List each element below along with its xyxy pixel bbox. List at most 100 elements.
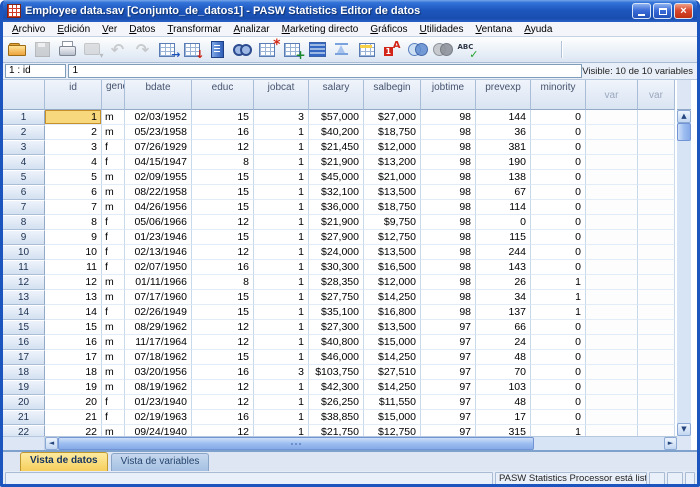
row-header-6[interactable]: 6: [3, 185, 45, 200]
cell-19-jobcat[interactable]: 1: [254, 380, 309, 395]
cell-16-bdate[interactable]: 11/17/1964: [125, 335, 192, 350]
cell-2-var1[interactable]: [586, 125, 638, 140]
cell-18-id[interactable]: 18: [45, 365, 102, 380]
cell-20-prevexp[interactable]: 48: [476, 395, 531, 410]
cell-2-jobcat[interactable]: 1: [254, 125, 309, 140]
cell-8-var1[interactable]: [586, 215, 638, 230]
cell-6-gender[interactable]: m: [102, 185, 125, 200]
cell-5-salary[interactable]: $45,000: [309, 170, 364, 185]
insert-cases-button[interactable]: [255, 38, 280, 62]
row-header-13[interactable]: 13: [3, 290, 45, 305]
cell-5-minority[interactable]: 0: [531, 170, 586, 185]
cell-17-bdate[interactable]: 07/18/1962: [125, 350, 192, 365]
cell-17-var1[interactable]: [586, 350, 638, 365]
cell-12-salary[interactable]: $28,350: [309, 275, 364, 290]
scroll-down-button[interactable]: ▼: [677, 423, 691, 436]
split-file-button[interactable]: [305, 38, 330, 62]
cell-9-salary[interactable]: $27,900: [309, 230, 364, 245]
cell-9-prevexp[interactable]: 115: [476, 230, 531, 245]
cell-14-bdate[interactable]: 02/26/1949: [125, 305, 192, 320]
cell-9-id[interactable]: 9: [45, 230, 102, 245]
cell-3-jobcat[interactable]: 1: [254, 140, 309, 155]
row-header-16[interactable]: 16: [3, 335, 45, 350]
cell-10-jobcat[interactable]: 1: [254, 245, 309, 260]
row-header-19[interactable]: 19: [3, 380, 45, 395]
cell-11-gender[interactable]: f: [102, 260, 125, 275]
cell-1-salbegin[interactable]: $27,000: [364, 110, 421, 125]
cell-12-jobtime[interactable]: 98: [421, 275, 476, 290]
row-header-4[interactable]: 4: [3, 155, 45, 170]
cell-10-educ[interactable]: 12: [192, 245, 254, 260]
cell-15-var1[interactable]: [586, 320, 638, 335]
cell-11-salbegin[interactable]: $16,500: [364, 260, 421, 275]
cell-2-bdate[interactable]: 05/23/1958: [125, 125, 192, 140]
cell-14-educ[interactable]: 15: [192, 305, 254, 320]
cell-13-educ[interactable]: 15: [192, 290, 254, 305]
cell-12-id[interactable]: 12: [45, 275, 102, 290]
column-header-gender[interactable]: gender: [102, 80, 125, 110]
cell-13-gender[interactable]: m: [102, 290, 125, 305]
cell-13-salbegin[interactable]: $14,250: [364, 290, 421, 305]
cell-1-jobcat[interactable]: 3: [254, 110, 309, 125]
column-header-educ[interactable]: educ: [192, 80, 254, 110]
cell-16-var1[interactable]: [586, 335, 638, 350]
cell-18-minority[interactable]: 0: [531, 365, 586, 380]
cell-16-jobcat[interactable]: 1: [254, 335, 309, 350]
cell-7-bdate[interactable]: 04/26/1956: [125, 200, 192, 215]
cell-1-educ[interactable]: 15: [192, 110, 254, 125]
cell-16-salbegin[interactable]: $15,000: [364, 335, 421, 350]
menu-edici-n[interactable]: Edición: [51, 23, 96, 36]
cell-11-minority[interactable]: 0: [531, 260, 586, 275]
menu-marketing-directo[interactable]: Marketing directo: [276, 23, 365, 36]
cell-2-minority[interactable]: 0: [531, 125, 586, 140]
cell-3-var2[interactable]: [638, 140, 675, 155]
cell-13-id[interactable]: 13: [45, 290, 102, 305]
cell-13-minority[interactable]: 1: [531, 290, 586, 305]
cell-12-gender[interactable]: m: [102, 275, 125, 290]
cell-8-gender[interactable]: f: [102, 215, 125, 230]
cell-5-var1[interactable]: [586, 170, 638, 185]
cell-7-gender[interactable]: m: [102, 200, 125, 215]
cell-10-jobtime[interactable]: 98: [421, 245, 476, 260]
cell-13-salary[interactable]: $27,750: [309, 290, 364, 305]
print-button[interactable]: [55, 38, 80, 62]
cell-20-var1[interactable]: [586, 395, 638, 410]
maximize-button[interactable]: [653, 3, 672, 19]
vertical-scrollbar[interactable]: ▲ ▼: [677, 110, 691, 436]
cell-9-jobtime[interactable]: 98: [421, 230, 476, 245]
cell-7-id[interactable]: 7: [45, 200, 102, 215]
cell-10-prevexp[interactable]: 244: [476, 245, 531, 260]
cell-17-jobcat[interactable]: 1: [254, 350, 309, 365]
cell-7-var2[interactable]: [638, 200, 675, 215]
cell-1-id[interactable]: 1: [45, 110, 102, 125]
cell-21-jobtime[interactable]: 97: [421, 410, 476, 425]
cell-18-gender[interactable]: m: [102, 365, 125, 380]
cell-10-var1[interactable]: [586, 245, 638, 260]
cell-12-var2[interactable]: [638, 275, 675, 290]
cell-18-salary[interactable]: $103,750: [309, 365, 364, 380]
cell-13-prevexp[interactable]: 34: [476, 290, 531, 305]
row-header-18[interactable]: 18: [3, 365, 45, 380]
scroll-left-button[interactable]: ◄: [45, 437, 58, 450]
cell-6-id[interactable]: 6: [45, 185, 102, 200]
cell-12-salbegin[interactable]: $12,000: [364, 275, 421, 290]
cell-2-var2[interactable]: [638, 125, 675, 140]
cell-8-salbegin[interactable]: $9,750: [364, 215, 421, 230]
cell-3-salbegin[interactable]: $12,000: [364, 140, 421, 155]
cell-9-salbegin[interactable]: $12,750: [364, 230, 421, 245]
cell-20-salary[interactable]: $26,250: [309, 395, 364, 410]
cell-12-prevexp[interactable]: 26: [476, 275, 531, 290]
cell-6-educ[interactable]: 15: [192, 185, 254, 200]
cell-12-bdate[interactable]: 01/11/1966: [125, 275, 192, 290]
cell-21-prevexp[interactable]: 17: [476, 410, 531, 425]
cell-15-jobcat[interactable]: 1: [254, 320, 309, 335]
column-header-salbegin[interactable]: salbegin: [364, 80, 421, 110]
cell-editor[interactable]: 1: [68, 64, 582, 78]
cell-8-jobcat[interactable]: 1: [254, 215, 309, 230]
cell-11-var1[interactable]: [586, 260, 638, 275]
cell-1-minority[interactable]: 0: [531, 110, 586, 125]
cell-2-prevexp[interactable]: 36: [476, 125, 531, 140]
cell-21-gender[interactable]: f: [102, 410, 125, 425]
cell-8-minority[interactable]: 0: [531, 215, 586, 230]
weight-cases-button[interactable]: [330, 38, 355, 62]
